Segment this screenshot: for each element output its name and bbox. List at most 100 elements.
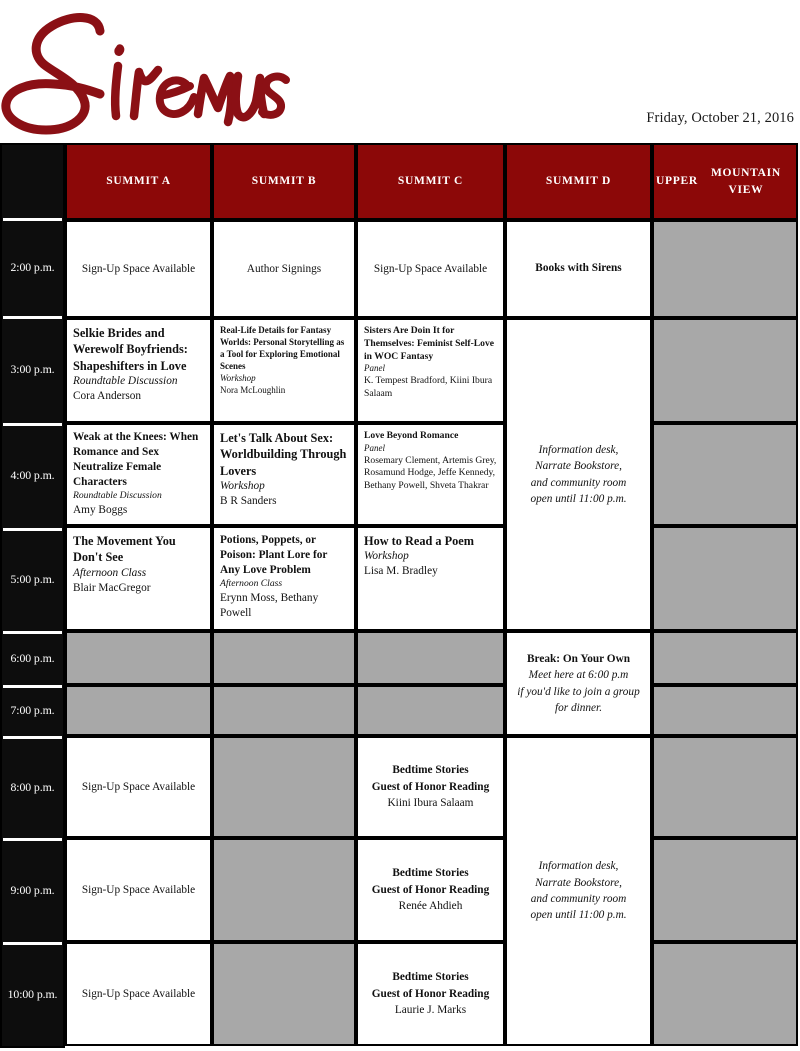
unavailable-cell-summit-b-7pm <box>212 685 356 736</box>
schedule-page: Friday, October 21, 2016 2:00 p.m. 3:00 … <box>0 0 800 1051</box>
event-cell-summit-b-4pm[interactable]: Let's Talk About Sex: Worldbuilding Thro… <box>212 423 356 526</box>
event-cell-summit-d-afternoon-info[interactable]: Information desk, Narrate Bookstore, and… <box>505 318 652 631</box>
column-header-summit-d: SUMMIT D <box>505 143 652 220</box>
event-kind: Workshop <box>220 372 256 383</box>
info-line-3: and community room <box>530 893 627 905</box>
event-cell-summit-a-5pm[interactable]: The Movement You Don't See Afternoon Cla… <box>65 526 212 631</box>
unavailable-cell-summit-b-8pm <box>212 736 356 838</box>
event-title: Sign-Up Space Available <box>81 781 196 793</box>
event-title: Real-Life Details for Fantasy Worlds: Pe… <box>220 325 345 371</box>
event-cell-summit-a-4pm[interactable]: Weak at the Knees: When Romance and Sex … <box>65 423 212 526</box>
break-line-3: for dinner. <box>554 701 603 714</box>
info-line-4: open until 11:00 p.m. <box>530 909 627 922</box>
schedule-grid: 2:00 p.m. 3:00 p.m. 4:00 p.m. 5:00 p.m. … <box>0 143 800 1048</box>
event-cell-summit-c-8pm[interactable]: Bedtime Stories Guest of Honor Reading K… <box>356 736 505 838</box>
event-kind: Afternoon Class <box>73 566 147 579</box>
info-line-2: Narrate Bookstore, <box>535 460 622 473</box>
event-presenters: Renée Ahdieh <box>398 900 463 913</box>
event-presenters: Laurie J. Marks <box>394 1004 467 1017</box>
column-header-upper-mountain-view: UPPER MOUNTAIN VIEW <box>652 143 798 220</box>
event-presenters: Erynn Moss, Bethany Powell <box>220 591 319 619</box>
event-kind: Roundtable Discussion <box>73 490 162 502</box>
masthead: Friday, October 21, 2016 <box>0 0 800 143</box>
unavailable-cell-umv-4pm <box>652 423 798 526</box>
event-presenters: B R Sanders <box>220 495 277 508</box>
event-presenters: Rosemary Clement, Artemis Grey, Rosamund… <box>364 454 497 492</box>
unavailable-cell-umv-9pm <box>652 838 798 942</box>
info-line-1: Information desk, <box>538 443 619 456</box>
unavailable-cell-summit-a-7pm <box>65 685 212 736</box>
info-line-3: and community room <box>530 476 627 489</box>
event-cell-summit-b-2pm[interactable]: Author Signings <box>212 220 356 318</box>
unavailable-cell-umv-5pm <box>652 526 798 631</box>
time-label-2pm: 2:00 p.m. <box>10 259 55 274</box>
time-label-7pm: 7:00 p.m. <box>10 703 55 717</box>
event-title: Books with Sirens <box>535 262 622 275</box>
event-title-line2: Guest of Honor Reading <box>371 987 490 1000</box>
event-cell-summit-b-3pm[interactable]: Real-Life Details for Fantasy Worlds: Pe… <box>212 318 356 423</box>
unavailable-cell-umv-10pm <box>652 942 798 1046</box>
column-header-label: SUMMIT D <box>545 175 612 188</box>
event-title: Sign-Up Space Available <box>81 988 196 1000</box>
event-cell-summit-a-9pm[interactable]: Sign-Up Space Available <box>65 838 212 942</box>
unavailable-cell-umv-2pm <box>652 220 798 318</box>
column-header-summit-c: SUMMIT C <box>356 143 505 220</box>
unavailable-cell-summit-c-6pm <box>356 631 505 685</box>
event-title-line1: Bedtime Stories <box>392 867 469 880</box>
event-presenters: Cora Anderson <box>73 390 142 403</box>
column-header-summit-a: SUMMIT A <box>65 143 212 220</box>
time-label-3pm: 3:00 p.m. <box>10 362 55 376</box>
time-label-6pm: 6:00 p.m. <box>10 650 55 665</box>
event-title: Sign-Up Space Available <box>81 263 196 275</box>
event-cell-summit-a-10pm[interactable]: Sign-Up Space Available <box>65 942 212 1046</box>
event-presenters: K. Tempest Bradford, Kiini Ibura Salaam <box>364 375 493 399</box>
event-title: How to Read a Poem <box>364 534 474 548</box>
unavailable-cell-umv-7pm <box>652 685 798 736</box>
time-label-8pm: 8:00 p.m. <box>10 779 55 794</box>
event-title: Weak at the Knees: When Romance and Sex … <box>73 431 199 489</box>
event-presenters: Lisa M. Bradley <box>364 565 438 578</box>
event-cell-summit-d-evening-info[interactable]: Information desk, Narrate Bookstore, and… <box>505 736 652 1046</box>
event-cell-summit-c-3pm[interactable]: Sisters Are Doin It for Themselves: Femi… <box>356 318 505 423</box>
event-title-line1: Bedtime Stories <box>392 971 469 984</box>
event-cell-summit-b-5pm[interactable]: Potions, Poppets, or Poison: Plant Lore … <box>212 526 356 631</box>
event-kind: Afternoon Class <box>220 578 283 590</box>
schedule-date: Friday, October 21, 2016 <box>646 110 794 126</box>
event-kind: Workshop <box>220 480 265 493</box>
event-kind: Panel <box>364 442 385 453</box>
event-kind: Workshop <box>364 550 409 563</box>
event-cell-summit-c-4pm[interactable]: Love Beyond Romance Panel Rosemary Cleme… <box>356 423 505 526</box>
info-line-2: Narrate Bookstore, <box>535 876 622 889</box>
event-title-line2: Guest of Honor Reading <box>371 883 490 896</box>
column-header-label-line1: UPPER <box>656 175 698 188</box>
event-title: The Movement You Don't See <box>73 534 176 565</box>
event-title: Selkie Brides and Werewolf Boyfriends: S… <box>73 326 188 373</box>
info-line-4: open until 11:00 p.m. <box>530 492 627 505</box>
event-cell-summit-a-8pm[interactable]: Sign-Up Space Available <box>65 736 212 838</box>
event-title: Let's Talk About Sex: Worldbuilding Thro… <box>220 431 347 478</box>
event-title: Sign-Up Space Available <box>81 884 196 896</box>
time-label-5pm: 5:00 p.m. <box>10 572 55 586</box>
event-presenters: Nora McLoughlin <box>220 384 286 395</box>
sirens-logo <box>0 4 300 139</box>
time-label-4pm: 4:00 p.m. <box>10 468 55 482</box>
unavailable-cell-umv-3pm <box>652 318 798 423</box>
event-cell-summit-c-9pm[interactable]: Bedtime Stories Guest of Honor Reading R… <box>356 838 505 942</box>
event-cell-summit-c-5pm[interactable]: How to Read a Poem Workshop Lisa M. Brad… <box>356 526 505 631</box>
time-label-9pm: 9:00 p.m. <box>10 882 55 897</box>
event-title-line1: Bedtime Stories <box>392 764 469 777</box>
break-line-1: Meet here at 6:00 p.m <box>528 669 629 682</box>
column-header-label: SUMMIT B <box>251 175 317 188</box>
event-cell-summit-c-2pm[interactable]: Sign-Up Space Available <box>356 220 505 318</box>
event-title: Love Beyond Romance <box>364 430 459 441</box>
column-header-label-line2: MOUNTAIN VIEW <box>710 166 781 196</box>
event-cell-summit-a-2pm[interactable]: Sign-Up Space Available <box>65 220 212 318</box>
event-title: Author Signings <box>246 263 322 275</box>
event-cell-summit-c-10pm[interactable]: Bedtime Stories Guest of Honor Reading L… <box>356 942 505 1046</box>
event-cell-summit-d-break[interactable]: Break: On Your Own Meet here at 6:00 p.m… <box>505 631 652 736</box>
event-kind: Panel <box>364 363 385 374</box>
unavailable-cell-umv-6pm <box>652 631 798 685</box>
event-title: Potions, Poppets, or Poison: Plant Lore … <box>220 534 328 577</box>
event-cell-summit-a-3pm[interactable]: Selkie Brides and Werewolf Boyfriends: S… <box>65 318 212 423</box>
event-cell-summit-d-2pm[interactable]: Books with Sirens <box>505 220 652 318</box>
